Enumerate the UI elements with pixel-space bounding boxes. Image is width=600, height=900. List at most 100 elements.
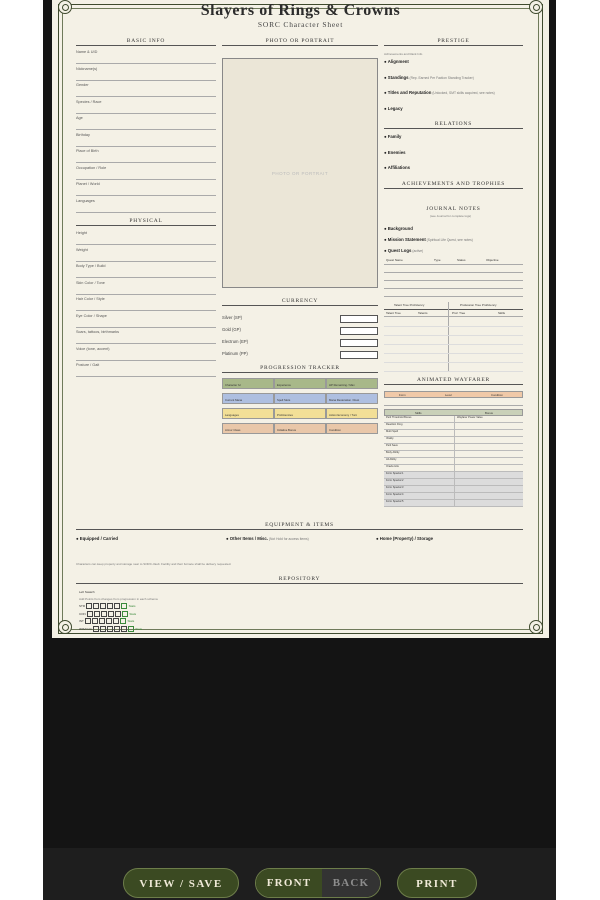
- tracker-cell[interactable]: Armor Class: [222, 423, 274, 434]
- physical-field[interactable]: Body Type / Build: [76, 262, 216, 278]
- journal-item[interactable]: ● Mission Statement (Spiritual Life Ques…: [384, 237, 473, 242]
- equipment-item[interactable]: ● Equipped / Carried: [76, 536, 118, 541]
- physical-field[interactable]: Voice (tone, accent): [76, 345, 216, 361]
- wayfarer-row[interactable]: Oracle Hits: [384, 465, 523, 472]
- tracker-cell[interactable]: Condition: [326, 423, 378, 434]
- basic-info-field[interactable]: Birthday: [76, 131, 216, 147]
- wayfarer-row[interactable]: Reaction Dmg: [384, 423, 523, 430]
- wayfarer-row[interactable]: Body Ability: [384, 451, 523, 458]
- checkbox-icon[interactable]: [86, 610, 93, 617]
- journal-item[interactable]: ● Background: [384, 226, 413, 231]
- wayfarer-row[interactable]: All Ability: [384, 458, 523, 465]
- basic-info-field[interactable]: Occupation / Role: [76, 164, 216, 180]
- checkbox-icon[interactable]: [91, 618, 98, 624]
- prestige-item[interactable]: ● Standings (Rep. Earned Per Faction Sta…: [384, 75, 474, 80]
- tracker-cell[interactable]: Action Economy / Turn: [326, 408, 378, 419]
- checkbox-icon[interactable]: [106, 603, 113, 609]
- tracker-cell[interactable]: Spell Slots: [274, 393, 326, 404]
- checkbox-icon[interactable]: [93, 610, 100, 617]
- checkbox-icon[interactable]: [100, 610, 107, 617]
- currency-input[interactable]: [340, 327, 378, 335]
- wayfarer-row[interactable]: Form Special 3: [384, 486, 523, 493]
- wayfarer-row[interactable]: Form Special 2: [384, 479, 523, 486]
- view-save-button[interactable]: VIEW / SAVE: [123, 868, 239, 898]
- checkbox-icon[interactable]: [99, 625, 106, 632]
- checkbox-icon[interactable]: [113, 625, 120, 632]
- repository-row[interactable]: INT Stats: [79, 618, 134, 624]
- currency-input[interactable]: [340, 339, 378, 347]
- repository-row[interactable]: CON Stats: [79, 610, 136, 617]
- wayfarer-bonus: [454, 500, 523, 507]
- checkbox-icon[interactable]: [121, 610, 128, 617]
- checkbox-icon[interactable]: [85, 603, 92, 609]
- basic-info-field[interactable]: Age: [76, 114, 216, 130]
- physical-field[interactable]: Posture / Gait: [76, 361, 216, 377]
- basic-info-field[interactable]: Languages: [76, 197, 216, 213]
- physical-field[interactable]: Weight: [76, 246, 216, 262]
- currency-input[interactable]: [340, 315, 378, 323]
- wayfarer-row[interactable]: Form Special 5: [384, 500, 523, 507]
- basic-info-field[interactable]: Name & UID: [76, 48, 216, 64]
- wayfarer-row[interactable]: Peril Save: [384, 444, 523, 451]
- corner-ornament-icon: [58, 620, 72, 634]
- checkbox-icon[interactable]: [98, 618, 105, 624]
- checkbox-icon[interactable]: [84, 618, 91, 624]
- prestige-item[interactable]: ● Alignment: [384, 59, 409, 64]
- basic-info-field[interactable]: Nickname(s): [76, 65, 216, 81]
- tracker-cell[interactable]: Current Mana: [222, 393, 274, 404]
- checkbox-icon[interactable]: [113, 603, 120, 609]
- tracker-cell[interactable]: Proficiencies: [274, 408, 326, 419]
- page-side-toggle[interactable]: FRONT BACK: [255, 868, 381, 898]
- tracker-cell[interactable]: Character lvl: [222, 378, 274, 389]
- checkbox-icon[interactable]: [92, 603, 99, 609]
- basic-info-field[interactable]: Place of Birth: [76, 147, 216, 163]
- front-toggle-button[interactable]: FRONT: [256, 869, 322, 897]
- checkbox-icon[interactable]: [99, 603, 106, 609]
- wayfarer-row[interactable]: Form Special 4: [384, 493, 523, 500]
- physical-field[interactable]: Height: [76, 229, 216, 245]
- wayfarer-row[interactable]: Peril Threshold Bonus Wayfarer Power Valu…: [384, 416, 523, 423]
- wayfarer-row[interactable]: Multi Spell: [384, 430, 523, 437]
- physical-field[interactable]: Hair Color / Style: [76, 295, 216, 311]
- repository-row[interactable]: WIS/CHA Stats: [79, 625, 142, 632]
- checkbox-icon[interactable]: [107, 610, 114, 617]
- wayfarer-skill: Oracle Hits: [384, 465, 454, 472]
- wayfarer-row[interactable]: Vitality: [384, 437, 523, 444]
- portrait-box[interactable]: PHOTO OR PORTRAIT: [222, 58, 378, 288]
- wayfarer-row[interactable]: Form Special 1: [384, 472, 523, 479]
- checkbox-icon[interactable]: [127, 625, 134, 632]
- repository-row[interactable]: STR Stats: [79, 603, 136, 609]
- print-button[interactable]: PRINT: [397, 868, 477, 898]
- equipment-item[interactable]: ● Home (Property) / Storage: [376, 536, 433, 541]
- tracker-cell[interactable]: Initiative Bonus: [274, 423, 326, 434]
- checkbox-icon[interactable]: [119, 618, 126, 624]
- prestige-item[interactable]: ● Legacy: [384, 106, 403, 111]
- basic-info-field[interactable]: Gender: [76, 81, 216, 97]
- physical-field[interactable]: Scars, tattoos, birthmarks: [76, 328, 216, 344]
- currency-input[interactable]: [340, 351, 378, 359]
- relation-item[interactable]: ● Affiliations: [384, 165, 410, 170]
- basic-info-field[interactable]: Species / Race: [76, 98, 216, 114]
- checkbox-icon[interactable]: [120, 603, 127, 609]
- tracker-cell[interactable]: HP Remaining / Max: [326, 378, 378, 389]
- checkbox-icon[interactable]: [114, 610, 121, 617]
- equipment-item[interactable]: ● Other Items / Misc. (Not Hold for acce…: [226, 536, 309, 541]
- back-toggle-button[interactable]: BACK: [322, 869, 380, 897]
- quest-col-header: Objective: [486, 258, 499, 262]
- tracker-cell[interactable]: Experience: [274, 378, 326, 389]
- prestige-item[interactable]: ● Titles and Reputation (Unlocked, SMT s…: [384, 90, 495, 95]
- repository-tag: Stats: [126, 618, 135, 623]
- physical-field[interactable]: Skin Color / Tone: [76, 279, 216, 295]
- relation-item[interactable]: ● Enemies: [384, 150, 405, 155]
- tracker-cell[interactable]: Mana Restoration / Rest: [326, 393, 378, 404]
- basic-info-field[interactable]: Planet / World: [76, 180, 216, 196]
- checkbox-icon[interactable]: [92, 625, 99, 632]
- tracker-cell[interactable]: Languages: [222, 408, 274, 419]
- checkbox-icon[interactable]: [112, 618, 119, 624]
- checkbox-icon[interactable]: [106, 625, 113, 632]
- relation-item[interactable]: ● Family: [384, 134, 401, 139]
- checkbox-icon[interactable]: [105, 618, 112, 624]
- journal-item[interactable]: ● Quest Logs (active): [384, 248, 423, 253]
- checkbox-icon[interactable]: [120, 625, 127, 632]
- physical-field[interactable]: Eye Color / Shape: [76, 312, 216, 328]
